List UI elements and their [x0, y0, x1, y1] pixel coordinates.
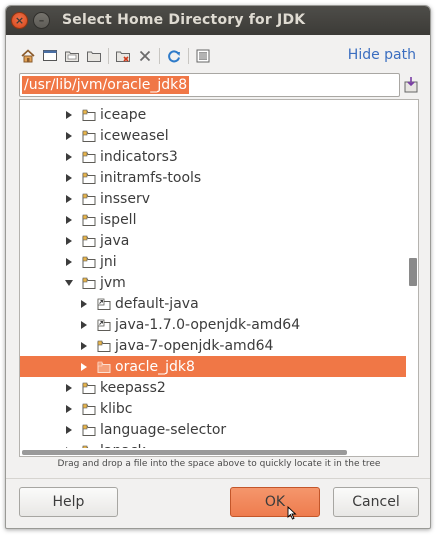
expand-right-arrow-icon[interactable] — [64, 194, 74, 204]
folder-icon — [82, 192, 96, 206]
expand-right-arrow-icon[interactable] — [64, 215, 74, 225]
expand-down-arrow-icon[interactable] — [64, 278, 74, 288]
path-history-icon[interactable] — [403, 76, 419, 94]
tree-row-label: insserv — [100, 190, 151, 207]
tree-row-label: oracle_jdk8 — [115, 358, 195, 375]
folder-icon[interactable] — [84, 46, 104, 66]
tree-row-label: indicators3 — [100, 148, 178, 165]
tree-row[interactable]: iceape — [20, 104, 406, 125]
divider — [6, 478, 430, 479]
vertical-scrollbar-thumb[interactable] — [409, 258, 417, 286]
expand-right-arrow-icon[interactable] — [64, 131, 74, 141]
drag-drop-hint: Drag and drop a file into the space abov… — [57, 459, 381, 469]
tree-row[interactable]: default-java — [20, 293, 406, 314]
tree-row-label: initramfs-tools — [100, 169, 202, 186]
horizontal-scrollbar-thumb[interactable] — [22, 450, 347, 455]
expand-right-arrow-icon[interactable] — [64, 236, 74, 246]
tree-row[interactable]: ispell — [20, 209, 406, 230]
folder-icon — [82, 381, 96, 395]
folder-icon — [82, 171, 96, 185]
tree-row[interactable]: java-7-openjdk-amd64 — [20, 335, 406, 356]
tree-row-label: klibc — [100, 400, 133, 417]
folder-icon — [97, 339, 111, 353]
tree-row[interactable]: insserv — [20, 188, 406, 209]
expand-right-arrow-icon[interactable] — [64, 152, 74, 162]
path-input[interactable]: /usr/lib/jvm/oracle_jdk8 — [19, 73, 400, 97]
folder-icon — [82, 108, 96, 122]
tree-row-label: iceweasel — [100, 127, 169, 144]
tree-row-label: iceape — [100, 106, 147, 123]
tree-row[interactable]: java — [20, 230, 406, 251]
tree-row[interactable]: jvm — [20, 272, 406, 293]
folder-icon — [82, 276, 96, 290]
tree-row[interactable]: keepass2 — [20, 377, 406, 398]
expand-right-arrow-icon[interactable] — [79, 299, 89, 309]
cancel-button[interactable]: Cancel — [333, 487, 419, 517]
title-bar[interactable]: × – Select Home Directory for JDK — [6, 6, 430, 35]
folder-icon — [82, 234, 96, 248]
tree-row-label: java-1.7.0-openjdk-amd64 — [115, 316, 301, 333]
expand-right-arrow-icon[interactable] — [64, 425, 74, 435]
horizontal-scrollbar[interactable] — [20, 448, 418, 456]
tree-row-label: language-selector — [100, 421, 227, 438]
tree-row-label: jvm — [100, 274, 126, 291]
expand-right-arrow-icon[interactable] — [64, 110, 74, 120]
folder-icon — [82, 213, 96, 227]
toolbar — [18, 46, 248, 68]
tree-row-label: java — [100, 232, 130, 249]
tree-row[interactable]: indicators3 — [20, 146, 406, 167]
tree-row[interactable]: language-selector — [20, 419, 406, 440]
show-hidden-icon[interactable] — [193, 46, 213, 66]
folder-icon — [82, 150, 96, 164]
tree-row[interactable]: java-1.7.0-openjdk-amd64 — [20, 314, 406, 335]
folder-link-icon — [97, 318, 111, 332]
new-folder-icon[interactable] — [62, 46, 82, 66]
toolbar-separator — [108, 48, 109, 64]
home-icon[interactable] — [18, 46, 38, 66]
hide-path-link[interactable]: Hide path — [348, 47, 416, 63]
folder-icon — [82, 402, 96, 416]
folder-icon — [82, 423, 96, 437]
toolbar-separator — [159, 48, 160, 64]
tree-row-label: ispell — [100, 211, 137, 228]
folder-icon — [82, 255, 96, 269]
window-title: Select Home Directory for JDK — [62, 12, 306, 28]
expand-right-arrow-icon[interactable] — [64, 173, 74, 183]
folder-icon — [82, 129, 96, 143]
expand-right-arrow-icon[interactable] — [64, 257, 74, 267]
tree-row[interactable]: initramfs-tools — [20, 167, 406, 188]
tree-row-label: keepass2 — [100, 379, 166, 396]
path-input-value: /usr/lib/jvm/oracle_jdk8 — [22, 76, 190, 94]
folder-icon — [97, 360, 111, 374]
vertical-scrollbar[interactable] — [406, 100, 418, 456]
refresh-icon[interactable] — [164, 46, 184, 66]
ok-button[interactable]: OK — [230, 487, 320, 517]
close-icon[interactable]: × — [11, 12, 28, 29]
tree-row-selected[interactable]: oracle_jdk8 — [20, 356, 406, 377]
folder-link-icon — [97, 297, 111, 311]
tree-row-label: java-7-openjdk-amd64 — [115, 337, 274, 354]
expand-right-arrow-icon[interactable] — [79, 320, 89, 330]
tree-row-label: default-java — [115, 295, 199, 312]
desktop-icon[interactable] — [40, 46, 60, 66]
expand-right-arrow-icon[interactable] — [79, 341, 89, 351]
tree-row-label: jni — [100, 253, 117, 270]
expand-right-arrow-icon[interactable] — [79, 362, 89, 372]
tree-row[interactable]: iceweasel — [20, 125, 406, 146]
dialog-window: × – Select Home Directory for JDK Hide p… — [5, 5, 431, 529]
mouse-cursor-icon — [287, 506, 297, 520]
directory-tree[interactable]: iceape iceweasel indicators3 initramfs-tool… — [19, 99, 419, 457]
minimize-icon[interactable]: – — [33, 12, 50, 29]
help-button[interactable]: Help — [19, 487, 118, 517]
expand-right-arrow-icon[interactable] — [64, 383, 74, 393]
expand-right-arrow-icon[interactable] — [64, 404, 74, 414]
tree-row[interactable]: klibc — [20, 398, 406, 419]
toolbar-separator — [188, 48, 189, 64]
delete-folder-icon[interactable] — [113, 46, 133, 66]
tree-row[interactable]: jni — [20, 251, 406, 272]
delete-icon[interactable] — [135, 46, 155, 66]
